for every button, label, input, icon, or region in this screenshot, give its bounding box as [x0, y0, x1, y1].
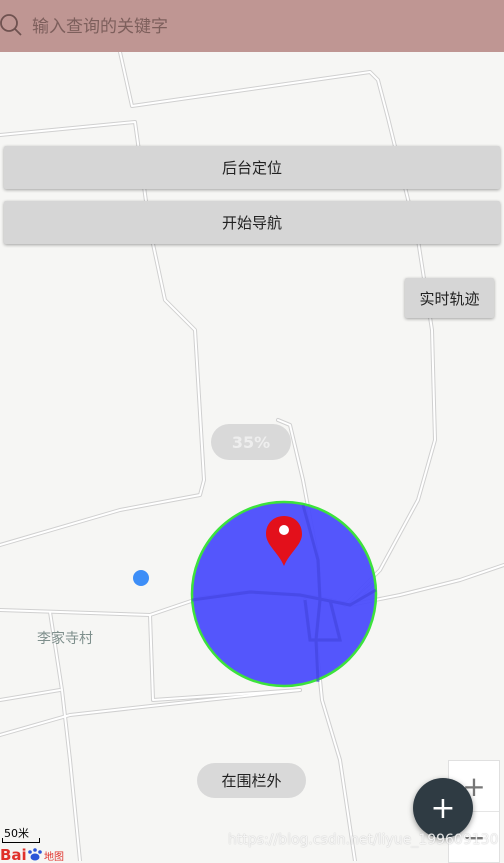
fence-status-badge: 在围栏外: [197, 763, 306, 798]
svg-text:地图: 地图: [44, 850, 64, 861]
realtime-track-button[interactable]: 实时轨迹: [405, 278, 494, 318]
current-location-dot: [133, 570, 149, 586]
scale-bar: [2, 838, 40, 843]
fence-status-label: 在围栏外: [221, 772, 282, 790]
start-navigation-button[interactable]: 开始导航: [4, 201, 500, 244]
background-locate-button[interactable]: 后台定位: [4, 146, 500, 189]
watermark-text: https://blog.csdn.net/liyue_199609130: [228, 832, 499, 848]
progress-label: 35%: [231, 432, 271, 452]
add-fab-button[interactable]: +: [413, 778, 473, 838]
baidu-map-logo: Bai 地图: [0, 846, 64, 861]
svg-text:Bai: Bai: [0, 846, 27, 861]
search-icon[interactable]: [0, 14, 22, 36]
search-bar: [0, 0, 504, 52]
progress-badge: 35%: [211, 424, 291, 460]
search-input[interactable]: [30, 10, 474, 44]
place-label: 李家寺村: [37, 630, 93, 647]
plus-icon: +: [430, 790, 456, 826]
